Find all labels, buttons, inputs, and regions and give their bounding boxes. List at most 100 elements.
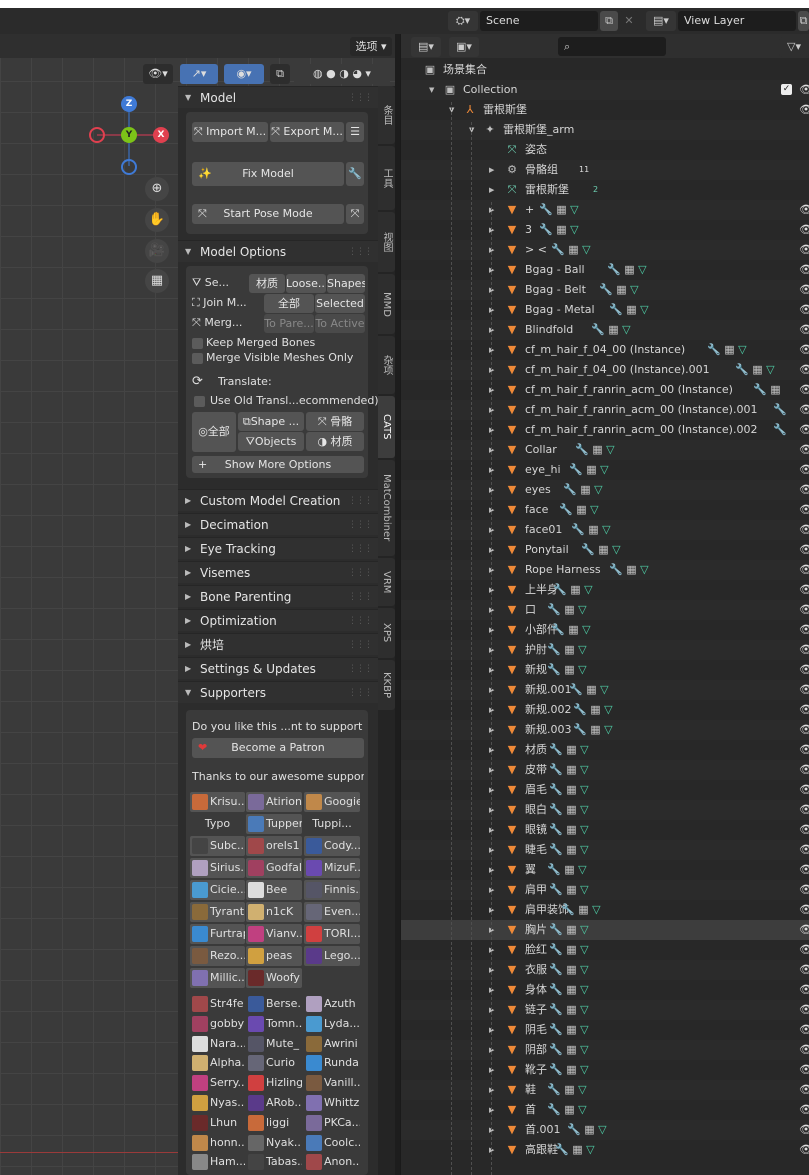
mesh-object-row[interactable]: ▶ ▼ 睫毛 🔧 ▦ ▽ 👁 (401, 840, 809, 860)
view-layer-selector[interactable]: View Layer (678, 11, 796, 31)
visemes-header[interactable]: ▶ Visemes ⋮⋮⋮ (178, 561, 378, 583)
translate-shape-button[interactable]: ⧉Shape ... (238, 412, 304, 431)
mesh-object-row[interactable]: ▶ ▼ 身体 🔧 ▦ ▽ 👁 (401, 980, 809, 1000)
bone-parenting-header[interactable]: ▶ Bone Parenting ⋮⋮⋮ (178, 585, 378, 607)
keep-merged-checkbox[interactable] (192, 338, 203, 349)
eye-icon[interactable]: 👁 (799, 700, 809, 720)
supporters-header[interactable]: ▼ Supporters ⋮⋮⋮ (178, 681, 378, 703)
mesh-object-row[interactable]: ▶ ▼ cf_m_hair_f_ranrin_acm_00 (Instance) 🔧 … (401, 380, 809, 400)
shading-modes[interactable]: ◍ ● ◑ ◕ ▾ (294, 64, 390, 84)
eye-icon[interactable]: 👁 (799, 780, 809, 800)
tab-7[interactable]: VRM (378, 558, 395, 606)
eye-icon[interactable]: 👁 (799, 640, 809, 660)
armature-sub-row[interactable]: ▶ ⤧ 雷根斯堡 2 (401, 180, 809, 200)
mesh-object-row[interactable]: ▶ ▼ 衣服 🔧 ▦ ▽ 👁 (401, 960, 809, 980)
new-view-layer-icon[interactable]: ⧉ (798, 11, 809, 31)
supporter-button[interactable]: orels1 (246, 836, 302, 856)
supporter-button[interactable]: Googie (304, 792, 360, 812)
mesh-object-row[interactable]: ▶ ▼ 肩甲 🔧 ▦ ▽ 👁 (401, 880, 809, 900)
mesh-object-row[interactable]: ▶ ▼ 材质 🔧 ▦ ▽ 👁 (401, 740, 809, 760)
export-button[interactable]: ⤧ Export M... (270, 122, 344, 142)
eye-icon[interactable]: 👁 (799, 400, 809, 420)
supporter-button[interactable]: Cicie... (190, 880, 245, 900)
close-icon[interactable]: ✕ (620, 11, 638, 31)
eye-icon[interactable]: 👁 (799, 620, 809, 640)
eye-icon[interactable]: 👁 (799, 1060, 809, 1080)
eye-icon[interactable]: 👁 (799, 100, 809, 120)
merge-to-parent-button[interactable]: To Pare... (264, 314, 314, 333)
mesh-object-row[interactable]: ▶ ▼ cf_m_hair_f_ranrin_acm_00 (Instance).0… (401, 420, 809, 440)
eye-icon[interactable]: 👁 (799, 840, 809, 860)
tab-4[interactable]: 杂项 (378, 336, 395, 394)
camera-icon[interactable]: 🎥 (145, 239, 169, 263)
mesh-object-row[interactable]: ▶ ▼ 胸片 🔧 ▦ ▽ 👁 (401, 920, 809, 940)
supporter-button[interactable]: Krisu... (190, 792, 245, 812)
eye-icon[interactable]: 👁 (799, 540, 809, 560)
supporter-button[interactable]: Subc... (190, 836, 245, 856)
eye-icon[interactable]: 👁 (799, 880, 809, 900)
merge-to-active-button[interactable]: To Active (315, 314, 365, 333)
eye-icon[interactable]: 👁 (799, 800, 809, 820)
grip-icon[interactable]: ⋮⋮⋮ (348, 241, 373, 263)
mesh-object-row[interactable]: ▶ ▼ > < 🔧 ▦ ▽ 👁 (401, 240, 809, 260)
eye-icon[interactable]: 👁 (799, 760, 809, 780)
gizmo-neg-x[interactable] (89, 127, 105, 143)
eye-icon[interactable]: 👁 (799, 860, 809, 880)
mesh-object-row[interactable]: ▶ ▼ cf_m_hair_f_04_00 (Instance) 🔧 ▦ ▽ 👁 (401, 340, 809, 360)
eye-icon[interactable]: 👁 (799, 980, 809, 1000)
grip-icon[interactable]: ⋮⋮⋮ (348, 658, 373, 680)
mesh-object-row[interactable]: ▶ ▼ 新规.003 🔧 ▦ ▽ 👁 (401, 720, 809, 740)
eye-icon[interactable]: 👁 (799, 1040, 809, 1060)
mesh-object-row[interactable]: ▶ ▼ Collar 🔧 ▦ ▽ 👁 (401, 440, 809, 460)
eye-icon[interactable]: 👁 (799, 660, 809, 680)
supporter-button[interactable]: Millic... (190, 968, 245, 988)
supporter-button[interactable]: n1cK (246, 902, 302, 922)
fix-model-button[interactable]: ✨ Fix Model (192, 162, 344, 186)
bone-groups-row[interactable]: ▶ ⚙ 骨骼组 11 (401, 160, 809, 180)
new-scene-icon[interactable]: ⧉ (600, 11, 618, 31)
mesh-object-row[interactable]: ▶ ▼ 眼镜 🔧 ▦ ▽ 👁 (401, 820, 809, 840)
become-patron-button[interactable]: ❤ Become a Patron (192, 738, 364, 758)
eye-icon[interactable]: 👁 (799, 500, 809, 520)
pan-hand-icon[interactable]: ✋ (145, 208, 169, 232)
menu-icon[interactable]: ☰ (346, 122, 364, 142)
grip-icon[interactable]: ⋮⋮⋮ (348, 586, 373, 608)
options-dropdown[interactable]: 选项 ▾ (350, 37, 392, 56)
supporter-button[interactable]: Typo (190, 814, 245, 834)
eye-icon[interactable]: 👁 (799, 360, 809, 380)
start-pose-button[interactable]: ⤧ Start Pose Mode (192, 204, 344, 224)
mesh-object-row[interactable]: ▶ ▼ 新规.001 🔧 ▦ ▽ 👁 (401, 680, 809, 700)
eye-icon[interactable]: 👁 (799, 1100, 809, 1120)
mesh-object-row[interactable]: ▶ ▼ face01 🔧 ▦ ▽ 👁 (401, 520, 809, 540)
mesh-object-row[interactable]: ▶ ▼ 鞋 🔧 ▦ ▽ 👁 (401, 1080, 809, 1100)
eye-icon[interactable]: 👁 (799, 1140, 809, 1160)
mesh-object-row[interactable]: ▶ ▼ 小部件 🔧 ▦ ▽ 👁 (401, 620, 809, 640)
separate-shapes-button[interactable]: Shapes (327, 274, 365, 293)
supporter-button[interactable]: MizuF... (304, 858, 360, 878)
pose-settings-icon[interactable]: ⤧ (346, 204, 364, 224)
mesh-object-row[interactable]: ▶ ▼ 高跟鞋 🔧 ▦ ▽ 👁 (401, 1140, 809, 1160)
mesh-object-row[interactable]: ▶ ▼ cf_m_hair_f_04_00 (Instance).001 🔧 ▦ ▽ 👁 (401, 360, 809, 380)
mesh-object-row[interactable]: ▶ ▼ 新规 🔧 ▦ ▽ 👁 (401, 660, 809, 680)
outliner[interactable]: ▤▾ ▣▾ ⌕ ▽▾ ▣ 场景集合 ▼ ▣ Collection 👁 ✓ ▼ ⅄ 雷根斯堡 👁 ▼ ✦ 雷… (400, 34, 809, 1175)
import-button[interactable]: ⤧ Import M... (192, 122, 268, 142)
gizmo-z[interactable]: Z (121, 96, 137, 112)
wrench-icon[interactable]: 🔧 (346, 162, 364, 186)
grip-icon[interactable]: ⋮⋮⋮ (348, 87, 373, 109)
tab-8[interactable]: XPS (378, 608, 395, 658)
scene-selector[interactable]: Scene (480, 11, 598, 31)
mesh-object-row[interactable]: ▶ ▼ eye_hi 🔧 ▦ ▽ 👁 (401, 460, 809, 480)
grip-icon[interactable]: ⋮⋮⋮ (348, 514, 373, 536)
mesh-object-row[interactable]: ▶ ▼ 阴毛 🔧 ▦ ▽ 👁 (401, 1020, 809, 1040)
optimization-header[interactable]: ▶ Optimization ⋮⋮⋮ (178, 609, 378, 631)
show-more-options-button[interactable]: + Show More Options (192, 456, 364, 473)
tab-1[interactable]: 工具 (378, 146, 395, 210)
eye-icon[interactable]: 👁 (799, 940, 809, 960)
expand-arrow-icon[interactable]: ▼ (429, 80, 434, 100)
eye-icon[interactable]: 👁 (799, 960, 809, 980)
eye-icon[interactable]: 👁 (799, 420, 809, 440)
supporter-button[interactable]: Even... (304, 902, 360, 922)
mesh-object-row[interactable]: ▶ ▼ 翼 🔧 ▦ ▽ 👁 (401, 860, 809, 880)
eye-icon[interactable]: 👁 (799, 240, 809, 260)
tab-2[interactable]: 视图 (378, 212, 395, 272)
